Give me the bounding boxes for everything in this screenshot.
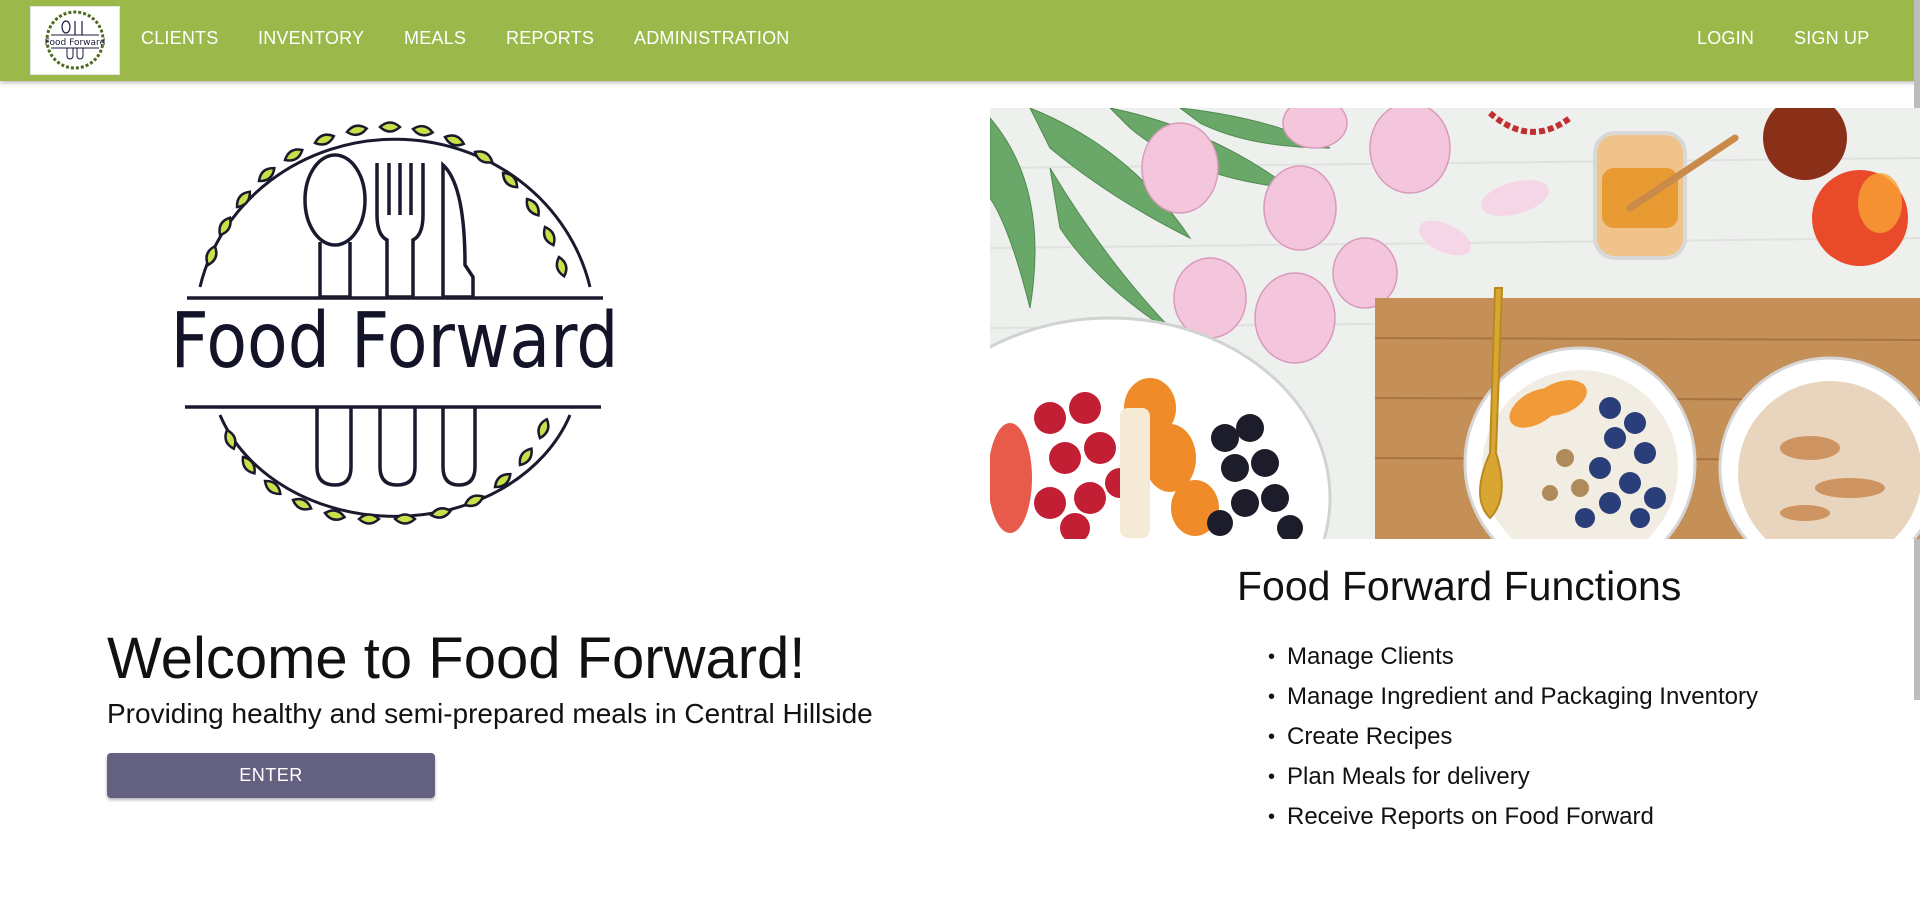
function-label: Create Recipes [1287, 723, 1453, 750]
function-label: Manage Ingredient and Packaging Inventor… [1287, 683, 1758, 710]
login-link[interactable]: LOGIN [1697, 28, 1754, 49]
navbar-logo[interactable]: Food Forward [30, 6, 120, 75]
function-label: Receive Reports on Food Forward [1287, 803, 1654, 830]
svg-text:Food Forward: Food Forward [175, 295, 615, 385]
food-forward-logo: Food Forward [170, 105, 618, 545]
function-label: Manage Clients [1287, 643, 1454, 670]
food-flatlay-photo-icon [990, 108, 1920, 539]
hero-food-image [990, 108, 1920, 539]
utensils-wreath-logo-icon: Food Forward [170, 121, 618, 525]
welcome-title: Welcome to Food Forward! [107, 626, 806, 691]
list-item: • Create Recipes [1262, 720, 1758, 760]
nav-clients[interactable]: CLIENTS [141, 28, 218, 49]
bullet-icon: • [1268, 686, 1276, 708]
functions-list: • Manage Clients • Manage Ingredient and P… [1262, 640, 1758, 840]
list-item: • Receive Reports on Food Forward [1262, 800, 1758, 840]
enter-button[interactable]: ENTER [107, 753, 435, 798]
bullet-icon: • [1268, 726, 1276, 748]
bullet-icon: • [1268, 766, 1276, 788]
welcome-subtitle: Providing healthy and semi-prepared meal… [107, 698, 873, 729]
list-item: • Plan Meals for delivery [1262, 760, 1758, 800]
bullet-icon: • [1268, 646, 1276, 668]
function-label: Plan Meals for delivery [1287, 763, 1530, 790]
wreath-upper [198, 121, 592, 288]
nav-meals[interactable]: MEALS [404, 28, 466, 49]
wreath-lower [218, 414, 572, 525]
top-navbar: Food Forward CLIENTS INVENTORY MEALS REP… [0, 0, 1920, 81]
food-forward-logo-icon: Food Forward [45, 10, 106, 70]
nav-inventory[interactable]: INVENTORY [258, 28, 364, 49]
svg-text:Food Forward: Food Forward [45, 38, 106, 48]
list-item: • Manage Ingredient and Packaging Invento… [1262, 680, 1758, 720]
functions-title: Food Forward Functions [1237, 563, 1682, 609]
list-item: • Manage Clients [1262, 640, 1758, 680]
bullet-icon: • [1268, 806, 1276, 828]
signup-link[interactable]: SIGN UP [1794, 28, 1869, 49]
nav-administration[interactable]: ADMINISTRATION [634, 28, 789, 49]
nav-reports[interactable]: REPORTS [506, 28, 594, 49]
